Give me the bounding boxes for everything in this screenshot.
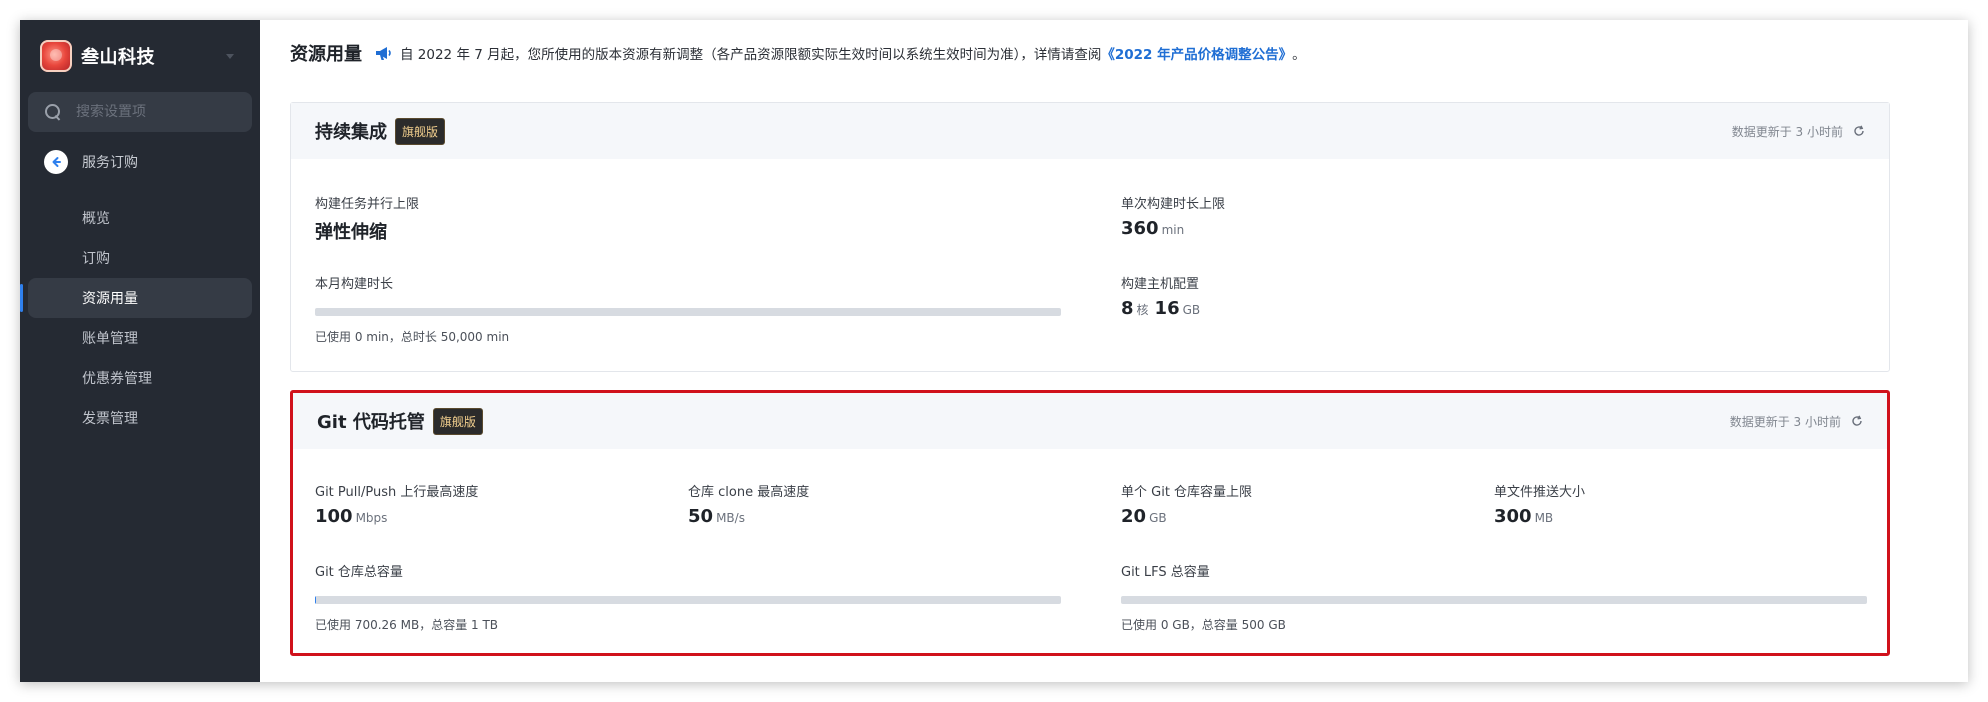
page-header: 资源用量 自 2022 年 7 月起，您所使用的版本资源有新调整（各产品资源限额… [290,40,1306,66]
org-logo [40,40,72,72]
metric-value: 8 [1121,298,1134,319]
ci-updated-status: 数据更新于 3 小时前 [1732,123,1865,140]
metric-label: Git LFS 总容量 [1121,565,1210,580]
ci-card-header: 持续集成 旗舰版 数据更新于 3 小时前 [291,103,1889,159]
page-title: 资源用量 [290,44,362,65]
metric-label: 仓库 clone 最高速度 [688,485,810,500]
metric-unit: 核 [1136,303,1149,317]
sidebar-item-order[interactable]: 订购 [28,238,252,278]
chevron-down-icon [226,53,234,59]
metric-label: 单次构建时长上限 [1121,197,1226,212]
metric-value: 100 [315,506,353,527]
metric-label: 单个 Git 仓库容量上限 [1121,485,1253,500]
edition-badge: 旗舰版 [395,117,446,145]
ci-updated-text: 数据更新于 3 小时前 [1731,124,1843,139]
sidebar-item-overview[interactable]: 概览 [28,198,252,238]
metric-value: 20 [1121,506,1147,527]
metric-unit: min [1161,223,1185,237]
git-repo-capacity-metric: 单个 Git 仓库容量上限 20 GB [1121,481,1252,527]
ci-card: 持续集成 旗舰版 数据更新于 3 小时前 构建任务并行上限 弹性伸缩 单次构建时… [290,102,1890,372]
usage-progress-fill [315,596,316,604]
app-window: 叁山科技 服务订购 概览 订购 资源用量 账单管理 优惠券管理 发票管理 资源用… [20,20,1968,682]
git-lfs-capacity-metric: Git LFS 总容量 已使用 0 GB，总容量 500 GB [1121,561,1867,633]
git-updated-text: 数据更新于 3 小时前 [1729,414,1841,429]
sidebar: 叁山科技 服务订购 概览 订购 资源用量 账单管理 优惠券管理 发票管理 [20,20,260,682]
git-card-title: Git 代码托管 [317,412,425,433]
usage-progress-bar [315,596,1061,604]
edition-badge: 旗舰版 [432,407,483,435]
sidebar-item-billing[interactable]: 账单管理 [28,318,252,358]
notice-end: 。 [1292,47,1306,63]
usage-note: 已使用 0 min，总时长 50,000 min [315,330,510,344]
metric-label: 构建主机配置 [1121,277,1200,292]
usage-note: 已使用 700.26 MB，总容量 1 TB [315,618,499,632]
metric-label: 本月构建时长 [315,277,394,292]
main-content: 资源用量 自 2022 年 7 月起，您所使用的版本资源有新调整（各产品资源限额… [260,20,1968,682]
org-switcher[interactable]: 叁山科技 [40,38,240,74]
metric-value: 50 [688,506,714,527]
metric-unit: MB/s [716,511,745,525]
metric-label: 单文件推送大小 [1494,485,1586,500]
search-input[interactable] [76,104,226,120]
ci-card-title: 持续集成 [315,122,387,143]
search-icon [44,103,62,121]
metric-unit: GB [1182,303,1201,317]
git-push-speed-metric: Git Pull/Push 上行最高速度 100 Mbps [315,481,478,527]
metric-value: 360 [1121,218,1159,239]
metric-value: 16 [1154,298,1180,319]
back-label: 服务订购 [82,155,138,171]
git-clone-speed-metric: 仓库 clone 最高速度 50 MB/s [688,481,809,527]
metric-value: 300 [1494,506,1532,527]
ci-concurrency-metric: 构建任务并行上限 弹性伸缩 [315,193,419,244]
arrow-left-icon [44,150,68,174]
metric-unit: MB [1534,511,1554,525]
git-file-push-size-metric: 单文件推送大小 300 MB [1494,481,1585,527]
metric-unit: Mbps [355,511,388,525]
sidebar-item-resource-usage[interactable]: 资源用量 [20,278,252,318]
sidebar-item-invoices[interactable]: 发票管理 [28,398,252,438]
refresh-icon[interactable] [1853,125,1865,137]
git-total-capacity-metric: Git 仓库总容量 已使用 700.26 MB，总容量 1 TB [315,561,1061,633]
sidebar-item-coupons[interactable]: 优惠券管理 [28,358,252,398]
ci-max-duration-metric: 单次构建时长上限 360 min [1121,193,1225,239]
git-updated-status: 数据更新于 3 小时前 [1730,413,1863,430]
metric-value: 弹性伸缩 [315,222,387,243]
ci-monthly-duration-metric: 本月构建时长 已使用 0 min，总时长 50,000 min [315,273,1061,345]
git-card-header: Git 代码托管 旗舰版 数据更新于 3 小时前 [293,393,1887,449]
price-adjustment-link[interactable]: 《2022 年产品价格调整公告》 [1101,43,1292,63]
search-box[interactable] [28,92,252,132]
ci-host-config-metric: 构建主机配置 8 核 16 GB [1121,273,1206,319]
refresh-icon[interactable] [1851,415,1863,427]
usage-progress-bar [1121,596,1867,604]
git-card: Git 代码托管 旗舰版 数据更新于 3 小时前 Git Pull/Push 上… [290,390,1890,656]
notice-text: 自 2022 年 7 月起，您所使用的版本资源有新调整（各产品资源限额实际生效时… [400,47,1102,63]
metric-label: 构建任务并行上限 [315,197,420,212]
metric-unit: GB [1149,511,1167,525]
metric-label: Git Pull/Push 上行最高速度 [315,485,479,500]
org-name: 叁山科技 [81,47,155,68]
metric-label: Git 仓库总容量 [315,565,403,580]
sidebar-nav: 概览 订购 资源用量 账单管理 优惠券管理 发票管理 [20,198,252,438]
back-to-service-button[interactable]: 服务订购 [44,150,138,174]
megaphone-icon [374,44,394,62]
usage-note: 已使用 0 GB，总容量 500 GB [1121,618,1286,632]
usage-progress-bar [315,308,1061,316]
